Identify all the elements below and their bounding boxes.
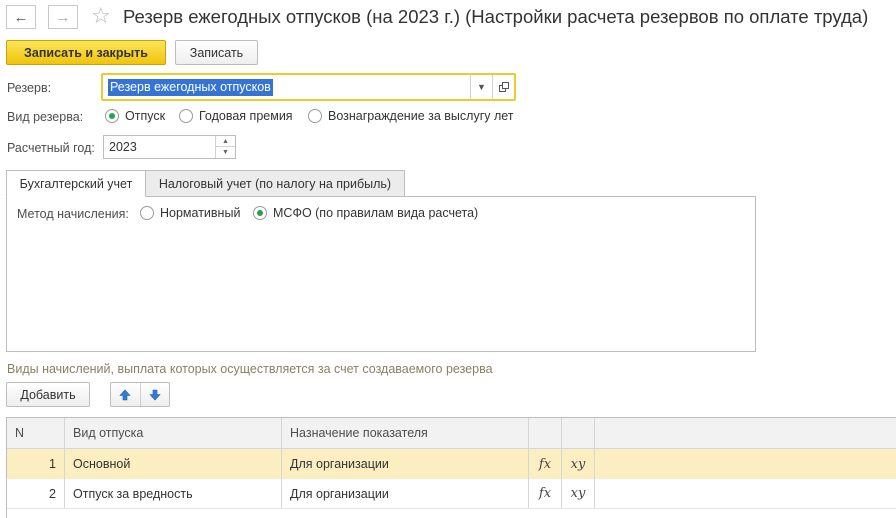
radio-normative[interactable]: Нормативный — [140, 206, 240, 220]
year-label: Расчетный год: — [7, 141, 95, 155]
arrow-right-icon: → — [55, 8, 71, 26]
save-button[interactable]: Записать — [175, 40, 258, 65]
reserve-label: Резерв: — [7, 81, 52, 95]
spin-down-icon[interactable]: ▼ — [216, 147, 235, 158]
reserve-input-value[interactable]: Резерв ежегодных отпусков — [108, 79, 273, 96]
cell-leave-type[interactable]: Основной — [65, 449, 282, 479]
radio-ifrs[interactable]: МСФО (по правилам вида расчета) — [253, 206, 478, 220]
move-buttons — [110, 382, 170, 407]
move-down-button[interactable] — [141, 383, 170, 406]
add-button[interactable]: Добавить — [6, 382, 90, 407]
tab-accounting[interactable]: Бухгалтерский учет — [6, 170, 146, 197]
radio-vacation[interactable]: Отпуск — [105, 109, 165, 123]
table-row[interactable]: 2 Отпуск за вредность Для организации fx… — [7, 479, 896, 509]
method-label: Метод начисления: — [17, 207, 129, 221]
radio-annual-bonus-label: Годовая премия — [199, 109, 293, 123]
reserve-dropdown-button[interactable]: ▼ — [470, 75, 492, 99]
arrow-down-icon — [149, 389, 161, 400]
year-spinner[interactable]: ▲ ▼ — [215, 136, 235, 158]
radio-annual-bonus[interactable]: Годовая премия — [179, 109, 293, 123]
column-header-n[interactable]: N — [7, 418, 65, 448]
accruals-caption: Виды начислений, выплата которых осущест… — [7, 362, 493, 376]
column-header-purpose[interactable]: Назначение показателя — [282, 418, 529, 448]
radio-ifrs-circle[interactable] — [253, 206, 267, 220]
cell-n: 2 — [7, 479, 65, 508]
back-button[interactable]: ← — [6, 5, 36, 29]
open-form-icon — [498, 82, 509, 92]
cell-n: 1 — [7, 449, 65, 479]
star-icon[interactable]: ☆ — [91, 4, 111, 28]
page-title: Резерв ежегодных отпусков (на 2023 г.) (… — [123, 6, 869, 27]
chevron-down-icon: ▼ — [477, 82, 486, 92]
year-value[interactable]: 2023 — [109, 140, 137, 154]
accruals-table: N Вид отпуска Назначение показателя 1 Ос… — [6, 417, 896, 518]
cell-purpose[interactable]: Для организации — [282, 449, 529, 479]
reserve-open-button[interactable] — [492, 75, 514, 99]
radio-long-service[interactable]: Вознаграждение за выслугу лет — [308, 109, 514, 123]
radio-normative-circle[interactable] — [140, 206, 154, 220]
spin-up-icon[interactable]: ▲ — [216, 136, 235, 147]
column-header-fx[interactable] — [529, 418, 562, 448]
radio-normative-label: Нормативный — [160, 206, 241, 220]
year-field[interactable]: 2023 ▲ ▼ — [103, 135, 236, 159]
radio-annual-bonus-circle[interactable] — [179, 109, 193, 123]
fx-icon[interactable]: fx — [529, 449, 562, 479]
arrow-left-icon: ← — [13, 8, 29, 26]
reserve-field[interactable]: Резерв ежегодных отпусков ▼ — [101, 73, 516, 101]
arrow-up-icon — [119, 389, 131, 400]
tab-tax-accounting[interactable]: Налоговый учет (по налогу на прибыль) — [145, 170, 405, 197]
cell-leave-type[interactable]: Отпуск за вредность — [65, 479, 282, 508]
fx-icon[interactable]: fx — [529, 479, 562, 508]
radio-long-service-circle[interactable] — [308, 109, 322, 123]
xy-icon[interactable]: xy — [562, 449, 595, 479]
table-row[interactable]: 1 Основной Для организации fx xy — [7, 449, 896, 479]
reserve-type-label: Вид резерва: — [7, 110, 84, 124]
table-header: N Вид отпуска Назначение показателя — [7, 418, 896, 449]
cell-purpose[interactable]: Для организации — [282, 479, 529, 508]
save-and-close-button[interactable]: Записать и закрыть — [6, 40, 166, 65]
tab-panel-accounting: Метод начисления: Нормативный МСФО (по п… — [6, 196, 756, 352]
move-up-button[interactable] — [111, 383, 141, 406]
radio-ifrs-label: МСФО (по правилам вида расчета) — [273, 206, 479, 220]
radio-long-service-label: Вознаграждение за выслугу лет — [328, 109, 514, 123]
radio-vacation-circle[interactable] — [105, 109, 119, 123]
forward-button[interactable]: → — [48, 5, 78, 29]
column-header-xy[interactable] — [562, 418, 595, 448]
radio-vacation-label: Отпуск — [125, 109, 166, 123]
column-header-leave-type[interactable]: Вид отпуска — [65, 418, 282, 448]
xy-icon[interactable]: xy — [562, 479, 595, 508]
